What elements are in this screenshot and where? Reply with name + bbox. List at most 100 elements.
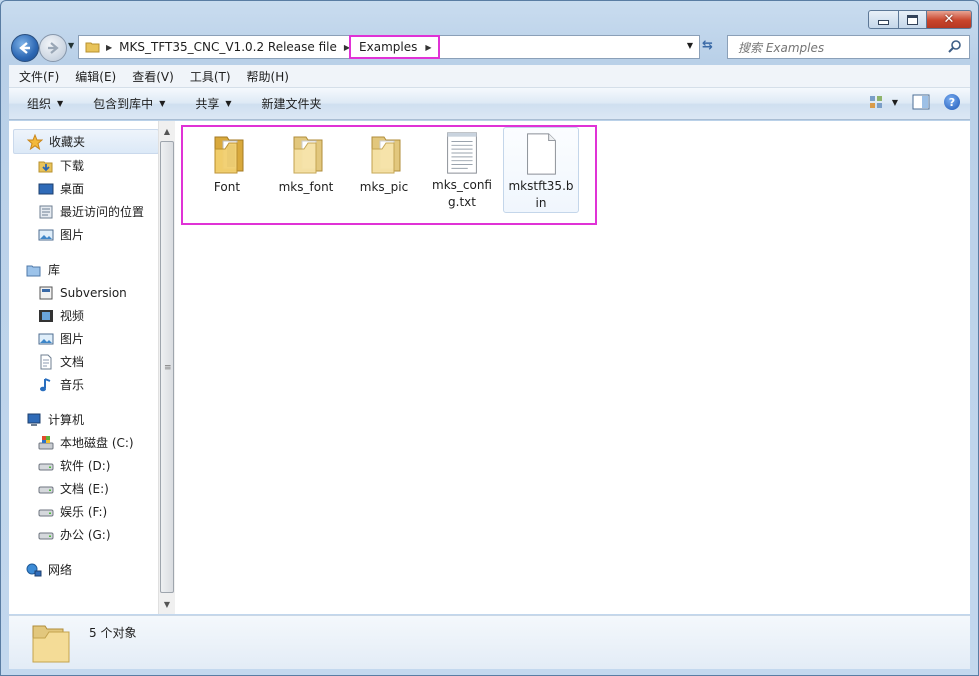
file-item-mks-config[interactable]: mks_config.txt <box>425 127 499 211</box>
nav-computer-label: 计算机 <box>48 413 85 427</box>
breadcrumb-examples[interactable]: Examples ▶ <box>349 35 440 59</box>
window-controls: ✕ <box>868 10 972 29</box>
libraries-group: 库 Subversion 视频 图片 文档 音乐 <box>13 258 158 396</box>
nav-downloads[interactable]: 下载 <box>13 154 158 177</box>
folder-icon <box>371 136 401 174</box>
menu-edit[interactable]: 编辑(E) <box>65 68 122 85</box>
organize-button[interactable]: 组织 ▼ <box>9 95 75 112</box>
pictures-icon <box>38 227 54 243</box>
nav-library-pictures[interactable]: 图片 <box>13 327 158 350</box>
minimize-icon <box>878 20 889 25</box>
subversion-icon <box>38 285 54 301</box>
drive-icon <box>38 504 54 520</box>
scroll-thumb[interactable]: ≡ <box>160 141 174 593</box>
nav-drive-e[interactable]: 文档 (E:) <box>13 477 158 500</box>
maximize-button[interactable] <box>899 10 927 29</box>
computer-icon <box>26 412 42 428</box>
nav-drive-c-label: 本地磁盘 (C:) <box>60 436 134 450</box>
library-icon <box>26 262 42 278</box>
search-input[interactable] <box>736 38 945 58</box>
file-name: mks_config.txt <box>432 178 492 209</box>
back-button[interactable] <box>11 34 39 62</box>
file-name: mks_pic <box>359 180 409 194</box>
explorer-window: ✕ ▼ ▶ MKS_TFT35_CNC_V1.0.2 Release file … <box>0 0 979 676</box>
nav-drive-f[interactable]: 娱乐 (F:) <box>13 500 158 523</box>
nav-library-pictures-label: 图片 <box>60 332 85 346</box>
address-bar[interactable]: ▶ MKS_TFT35_CNC_V1.0.2 Release file ▶ Ex… <box>78 35 700 59</box>
search-box <box>727 35 970 59</box>
share-button[interactable]: 共享 ▼ <box>177 95 243 112</box>
nav-downloads-label: 下载 <box>60 159 85 173</box>
nav-favorites-pictures-label: 图片 <box>60 228 85 242</box>
refresh-button[interactable]: ⇆ <box>702 38 713 53</box>
menu-tools[interactable]: 工具(T) <box>180 68 237 85</box>
system-drive-icon <box>38 435 54 451</box>
chevron-down-icon: ▼ <box>225 99 232 108</box>
status-bar: 5 个对象 <box>9 615 970 669</box>
close-button[interactable]: ✕ <box>927 10 972 29</box>
breadcrumb-release-file[interactable]: MKS_TFT35_CNC_V1.0.2 Release file <box>117 40 339 54</box>
new-folder-button[interactable]: 新建文件夹 <box>244 95 334 112</box>
search-icon[interactable] <box>948 39 962 53</box>
chevron-right-icon[interactable]: ▶ <box>425 43 431 52</box>
view-options-button[interactable]: ▼ <box>868 94 898 110</box>
nav-desktop[interactable]: 桌面 <box>13 177 158 200</box>
nav-drive-d[interactable]: 软件 (D:) <box>13 454 158 477</box>
nav-computer[interactable]: 计算机 <box>13 408 158 431</box>
nav-scrollbar[interactable]: ▲ ≡ ▼ <box>158 121 175 614</box>
nav-music[interactable]: 音乐 <box>13 373 158 396</box>
scroll-up-icon[interactable]: ▲ <box>159 123 175 139</box>
drive-icon <box>38 527 54 543</box>
file-list: Font mks_font mks_pic mks_config.txt mks… <box>175 121 970 614</box>
nav-recent-places[interactable]: 最近访问的位置 <box>13 200 158 223</box>
file-name: mks_font <box>278 180 334 194</box>
folder-icon <box>214 136 244 174</box>
nav-recent-places-label: 最近访问的位置 <box>60 205 145 219</box>
menu-view[interactable]: 查看(V) <box>122 68 180 85</box>
file-item-mks-font[interactable]: mks_font <box>269 127 343 211</box>
nav-favorites-pictures[interactable]: 图片 <box>13 223 158 246</box>
folder-icon <box>293 136 323 174</box>
nav-favorites[interactable]: 收藏夹 <box>13 129 158 154</box>
desktop-icon <box>38 181 54 197</box>
menu-help[interactable]: 帮助(H) <box>237 68 295 85</box>
nav-network[interactable]: 网络 <box>13 558 158 581</box>
file-name: mkstft35.bin <box>508 179 574 210</box>
preview-pane-icon[interactable] <box>912 94 930 110</box>
breadcrumb-examples-label: Examples <box>359 40 418 54</box>
folder-icon <box>85 42 100 53</box>
drive-icon <box>38 481 54 497</box>
file-item-mkstft35-bin[interactable]: mkstft35.bin <box>503 127 579 213</box>
address-dropdown[interactable]: ▼ <box>687 41 693 50</box>
chevron-right-icon[interactable]: ▶ <box>106 43 112 52</box>
view-grid-icon <box>869 96 882 108</box>
recent-pages-dropdown[interactable]: ▼ <box>68 41 74 50</box>
nav-music-label: 音乐 <box>60 378 85 392</box>
nav-documents[interactable]: 文档 <box>13 350 158 373</box>
nav-libraries[interactable]: 库 <box>13 258 158 281</box>
file-item-font[interactable]: Font <box>190 127 264 211</box>
nav-drive-c[interactable]: 本地磁盘 (C:) <box>13 431 158 454</box>
menu-file[interactable]: 文件(F) <box>9 68 65 85</box>
include-library-button[interactable]: 包含到库中 ▼ <box>75 95 177 112</box>
music-icon <box>38 377 54 393</box>
arrow-right-icon <box>48 42 59 54</box>
nav-drive-e-label: 文档 (E:) <box>60 482 109 496</box>
video-icon <box>38 308 54 324</box>
folder-icon <box>32 625 70 663</box>
star-icon <box>27 133 43 150</box>
navigation-pane: 收藏夹 下载 桌面 最近访问的位置 图片 库 Subversion 视频 图片 … <box>9 121 159 614</box>
nav-drive-g[interactable]: 办公 (G:) <box>13 523 158 546</box>
minimize-button[interactable] <box>868 10 899 29</box>
blank-file-icon <box>527 133 556 175</box>
nav-subversion[interactable]: Subversion <box>13 281 158 304</box>
scroll-down-icon[interactable]: ▼ <box>159 596 175 612</box>
nav-videos[interactable]: 视频 <box>13 304 158 327</box>
network-icon <box>26 562 42 578</box>
help-icon[interactable]: ? <box>944 94 960 110</box>
nav-subversion-label: Subversion <box>60 285 127 300</box>
forward-button[interactable] <box>39 34 67 62</box>
nav-drive-d-label: 软件 (D:) <box>60 459 111 473</box>
text-file-icon <box>447 132 477 174</box>
file-item-mks-pic[interactable]: mks_pic <box>347 127 421 211</box>
